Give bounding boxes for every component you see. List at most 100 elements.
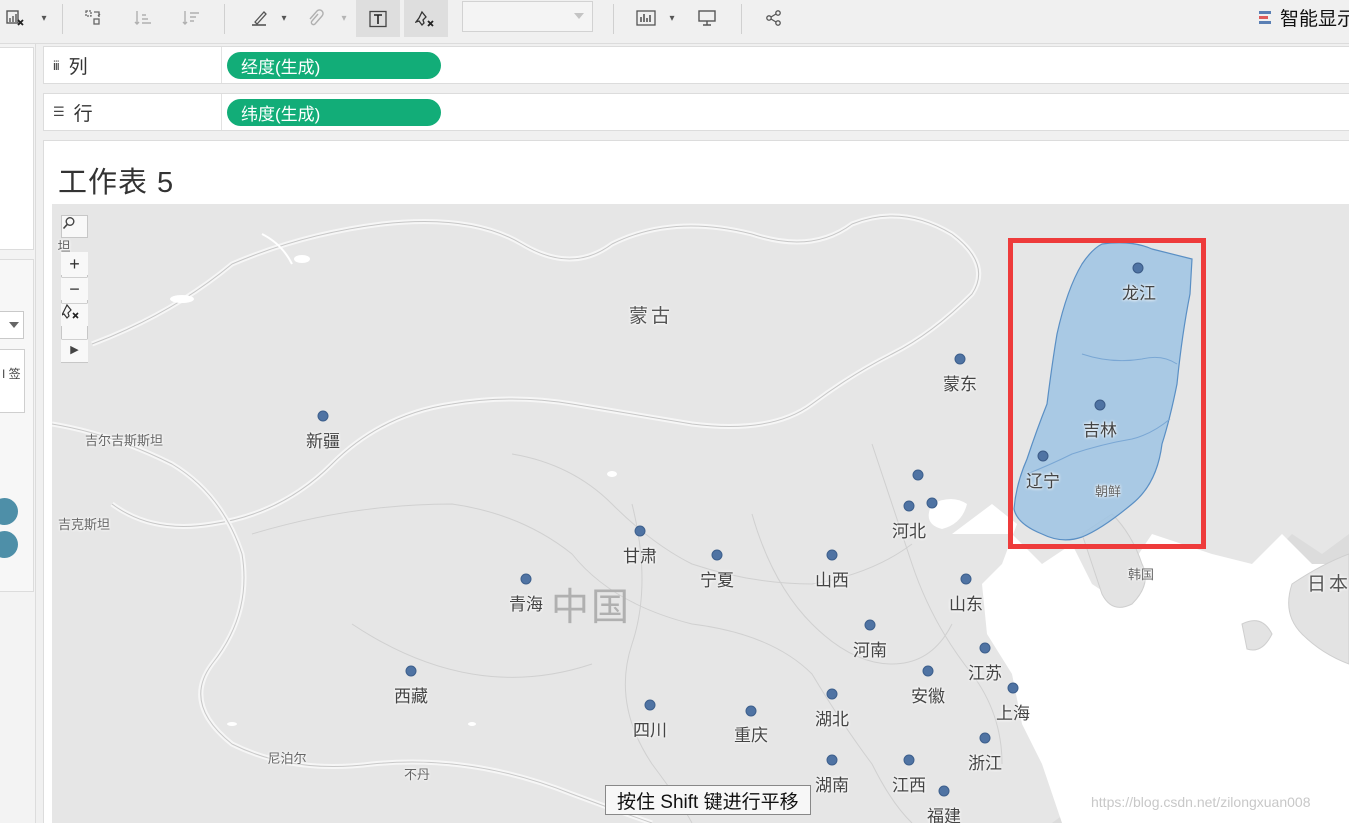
sort-descending-icon[interactable] bbox=[179, 0, 203, 36]
country-label: 吉克斯坦 bbox=[57, 517, 111, 532]
toolbar-divider bbox=[224, 4, 225, 34]
province-mark[interactable] bbox=[711, 549, 723, 561]
province-mark[interactable] bbox=[405, 665, 417, 677]
province-mark[interactable] bbox=[745, 705, 757, 717]
mark-property-card[interactable]: I 签 bbox=[0, 349, 25, 413]
province-mark[interactable] bbox=[1007, 682, 1019, 694]
clear-sheet-dropdown-icon[interactable]: ▾ bbox=[38, 0, 50, 36]
chevron-down-icon bbox=[574, 13, 584, 19]
map-reset-button[interactable] bbox=[61, 303, 88, 326]
watermark: https://blog.csdn.net/zilongxuan008 bbox=[1091, 794, 1311, 810]
show-me-icon bbox=[1259, 10, 1271, 24]
province-mark[interactable] bbox=[520, 573, 532, 585]
mark-type-dropdown[interactable] bbox=[0, 311, 24, 339]
province-label: 江苏 bbox=[968, 664, 1002, 683]
fit-dropdown[interactable] bbox=[462, 1, 593, 32]
province-label: 河北 bbox=[892, 522, 926, 541]
toolbar-divider bbox=[741, 4, 742, 34]
province-label: 新疆 bbox=[306, 432, 340, 451]
swap-rows-columns-icon[interactable] bbox=[82, 0, 106, 36]
sheet-title: 工作表 5 bbox=[58, 167, 175, 199]
chevron-down-icon bbox=[9, 322, 19, 328]
country-label: 韩国 bbox=[1127, 567, 1155, 582]
fit-chart-dropdown-icon[interactable]: ▾ bbox=[666, 0, 678, 36]
paperclip-dropdown-icon[interactable]: ▾ bbox=[338, 0, 350, 36]
columns-shelf: iii 列 经度(生成) bbox=[43, 46, 1349, 84]
show-me-label: 智能显示 bbox=[1280, 8, 1349, 30]
province-mark[interactable] bbox=[954, 353, 966, 365]
country-label: 尼泊尔 bbox=[267, 751, 307, 766]
share-icon[interactable] bbox=[761, 0, 787, 36]
province-mark[interactable] bbox=[960, 573, 972, 585]
highlight-box bbox=[1008, 238, 1206, 549]
rows-icon: ☰ bbox=[53, 104, 65, 119]
highlight-pen-icon[interactable] bbox=[247, 0, 271, 36]
longitude-pill[interactable]: 经度(生成) bbox=[227, 52, 441, 79]
country-label: 吉尔吉斯斯坦 bbox=[84, 433, 164, 448]
province-label: 西藏 bbox=[394, 687, 428, 706]
country-label: 中国 bbox=[550, 587, 632, 629]
province-label: 河南 bbox=[853, 641, 887, 660]
province-mark[interactable] bbox=[644, 699, 656, 711]
map-toolbar-expand-button[interactable]: ▶ bbox=[61, 339, 88, 362]
pin-clear-icon bbox=[62, 304, 79, 319]
clear-sheet-icon[interactable] bbox=[2, 0, 28, 36]
map-search-button[interactable] bbox=[61, 215, 88, 238]
province-mark[interactable] bbox=[317, 410, 329, 422]
zoom-out-button[interactable]: − bbox=[61, 277, 88, 300]
province-label: 江西 bbox=[892, 776, 926, 795]
columns-label-text: 列 bbox=[68, 56, 88, 78]
rows-shelf: ☰ 行 纬度(生成) bbox=[43, 93, 1349, 131]
left-panel: I 签 bbox=[0, 44, 36, 823]
highlight-dropdown-icon[interactable]: ▾ bbox=[278, 0, 290, 36]
latitude-pill[interactable]: 纬度(生成) bbox=[227, 99, 441, 126]
map-zoom-controls: + − ▶ bbox=[61, 252, 88, 363]
province-label: 浙江 bbox=[968, 754, 1002, 773]
province-label: 重庆 bbox=[734, 726, 768, 745]
zoom-in-button[interactable]: + bbox=[61, 252, 88, 275]
fit-chart-icon[interactable] bbox=[633, 0, 659, 36]
province-mark[interactable] bbox=[903, 500, 915, 512]
province-label: 蒙东 bbox=[943, 375, 977, 394]
columns-shelf-label: iii 列 bbox=[44, 47, 222, 83]
pages-card bbox=[0, 47, 34, 250]
province-label: 四川 bbox=[633, 721, 667, 740]
province-mark[interactable] bbox=[926, 497, 938, 509]
toolbar-divider bbox=[613, 4, 614, 34]
rows-label-text: 行 bbox=[73, 103, 93, 125]
columns-icon: iii bbox=[53, 57, 60, 73]
province-mark[interactable] bbox=[634, 525, 646, 537]
province-label: 湖北 bbox=[815, 710, 849, 729]
province-mark[interactable] bbox=[912, 469, 924, 481]
toolbar: ▾ ▾ ▾ ▾ 智能显示 bbox=[0, 0, 1349, 44]
show-title-icon[interactable] bbox=[356, 0, 400, 37]
province-mark[interactable] bbox=[922, 665, 934, 677]
province-label: 湖南 bbox=[815, 776, 849, 795]
presentation-icon[interactable] bbox=[694, 0, 720, 36]
mark-property-text: I 签 bbox=[2, 367, 21, 381]
province-label: 宁夏 bbox=[700, 571, 734, 590]
province-mark[interactable] bbox=[826, 688, 838, 700]
province-label: 福建 bbox=[927, 807, 961, 823]
province-mark[interactable] bbox=[979, 732, 991, 744]
pan-hint-tooltip: 按住 Shift 键进行平移 bbox=[605, 785, 811, 815]
magnifier-icon bbox=[62, 217, 75, 230]
country-label: 不丹 bbox=[403, 767, 431, 782]
sort-ascending-icon[interactable] bbox=[131, 0, 155, 36]
province-label: 安徽 bbox=[911, 687, 945, 706]
clear-highlight-icon[interactable] bbox=[404, 0, 448, 37]
toolbar-divider bbox=[62, 4, 63, 34]
triangle-right-icon: ▶ bbox=[70, 344, 79, 356]
country-label: 蒙古 bbox=[628, 306, 674, 327]
province-mark[interactable] bbox=[826, 549, 838, 561]
province-mark[interactable] bbox=[826, 754, 838, 766]
show-me-button[interactable]: 智能显示 bbox=[1259, 2, 1349, 32]
province-label: 山西 bbox=[815, 571, 849, 590]
province-mark[interactable] bbox=[903, 754, 915, 766]
province-mark[interactable] bbox=[938, 785, 950, 797]
province-label: 青海 bbox=[509, 595, 543, 614]
province-mark[interactable] bbox=[979, 642, 991, 654]
province-label: 甘肃 bbox=[623, 547, 657, 566]
province-mark[interactable] bbox=[864, 619, 876, 631]
paperclip-icon[interactable] bbox=[303, 0, 327, 36]
